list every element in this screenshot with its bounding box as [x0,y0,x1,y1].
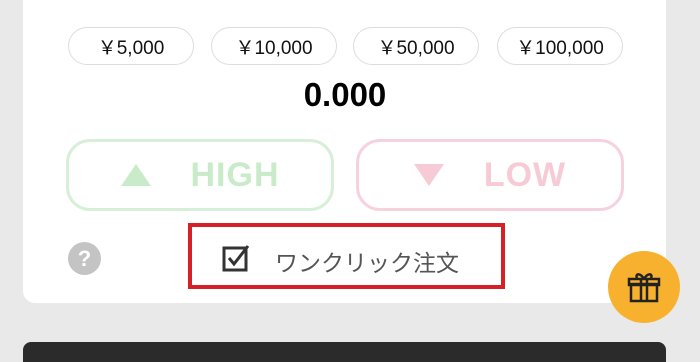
amount-chip-100000[interactable]: ￥100,000 [497,27,623,65]
checkbox-icon[interactable] [222,244,250,272]
low-button-label: LOW [483,155,567,194]
high-button-label: HIGH [190,155,280,194]
gift-icon [627,273,661,303]
high-button[interactable]: HIGH [66,139,334,211]
help-icon[interactable]: ? [68,242,101,275]
amount-chip-50000[interactable]: ￥50,000 [353,27,479,65]
gift-button[interactable] [608,251,680,323]
amount-chip-10000[interactable]: ￥10,000 [211,27,337,65]
triangle-up-icon [120,164,151,186]
one-click-order-label: ワンクリック注文 [275,250,459,276]
low-button[interactable]: LOW [356,139,624,211]
triangle-down-icon [413,164,444,186]
one-click-order-toggle[interactable]: ワンクリック注文 [188,223,505,289]
amount-chip-5000[interactable]: ￥5,000 [68,27,194,65]
amount-value: 0.000 [303,76,387,113]
bottom-bar [23,342,666,362]
